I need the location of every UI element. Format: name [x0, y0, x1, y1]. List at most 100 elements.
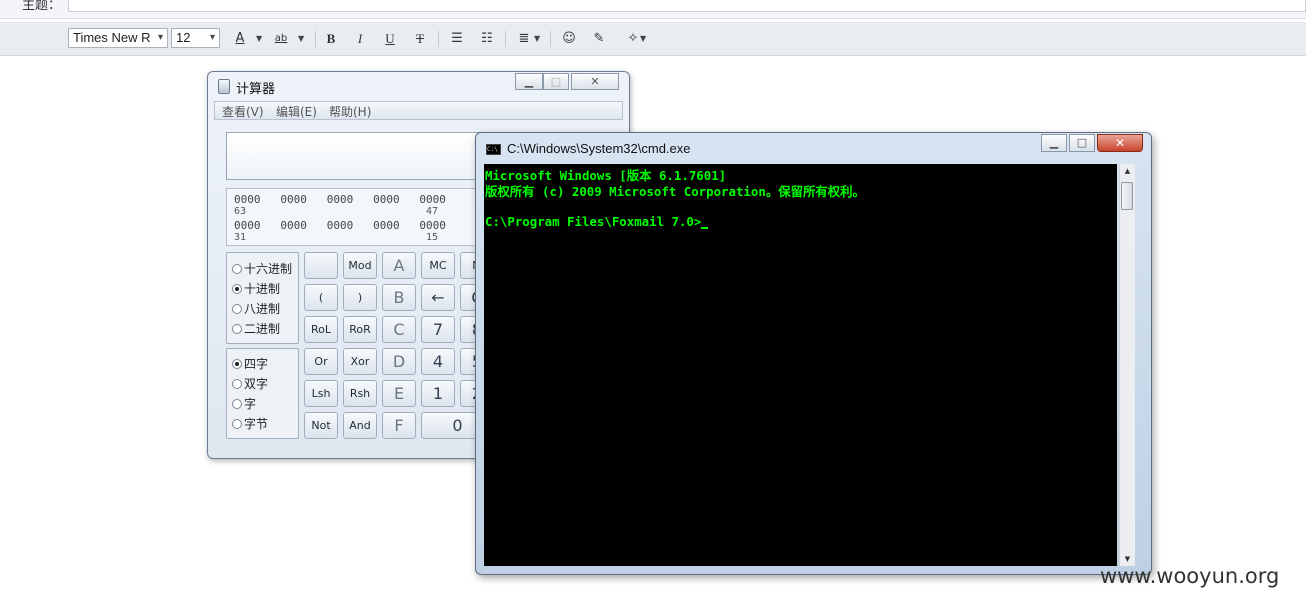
chevron-down-icon[interactable]: ▼ — [298, 30, 304, 48]
minimize-button[interactable]: ▁ — [1041, 134, 1067, 152]
toolbar-divider — [505, 31, 506, 47]
backspace-key[interactable]: ← — [421, 284, 455, 311]
radio-label: 四字 — [244, 357, 269, 371]
mod-key[interactable]: Mod — [343, 252, 377, 279]
menu-edit[interactable]: 编辑(E) — [276, 103, 317, 120]
rol-key[interactable]: RoL — [304, 316, 338, 343]
digit-1-key[interactable]: 1 — [421, 380, 455, 407]
console-line: 版权所有 (c) 2009 Microsoft Corporation。保留所有… — [485, 184, 865, 199]
console-prompt-line: C:\Program Files\Foxmail 7.0> — [485, 214, 709, 229]
bold-icon[interactable]: B — [322, 30, 340, 48]
window-title: C:\Windows\System32\cmd.exe — [507, 141, 691, 156]
digit-4-key[interactable]: 4 — [421, 348, 455, 375]
font-family-select[interactable]: Times New R ▾ — [68, 28, 168, 48]
ror-key[interactable]: RoR — [343, 316, 377, 343]
scroll-thumb[interactable] — [1121, 182, 1133, 210]
mc-key[interactable]: MC — [421, 252, 455, 279]
radio-bin[interactable]: 二进制 — [232, 320, 280, 337]
chevron-down-icon[interactable]: ▼ — [534, 30, 540, 48]
radio-label: 八进制 — [244, 302, 281, 316]
clear-format-icon[interactable]: ✎ — [590, 30, 608, 48]
console-prompt: C:\Program Files\Foxmail 7.0> — [485, 214, 702, 229]
radio-label: 十六进制 — [244, 262, 293, 276]
radio-label: 双字 — [244, 377, 269, 391]
xor-key[interactable]: Xor — [343, 348, 377, 375]
open-paren-key[interactable]: ( — [304, 284, 338, 311]
font-color-icon[interactable]: A — [231, 30, 249, 48]
radix-group: 十六进制 十进制 八进制 二进制 — [226, 252, 299, 344]
chevron-down-icon[interactable]: ▼ — [256, 30, 262, 48]
chevron-down-icon: ▾ — [209, 32, 215, 43]
subject-input[interactable] — [68, 0, 1306, 12]
menu-help[interactable]: 帮助(H) — [329, 103, 371, 120]
hex-f-key[interactable]: F — [382, 412, 416, 439]
digit-7-key[interactable]: 7 — [421, 316, 455, 343]
font-family-value: Times New R — [73, 30, 151, 45]
strikethrough-icon[interactable]: T — [411, 30, 429, 48]
bullet-list-icon[interactable]: ☰ — [448, 30, 466, 48]
radio-icon — [232, 324, 242, 334]
and-key[interactable]: And — [343, 412, 377, 439]
word-size-group: 四字 双字 字 字节 — [226, 348, 299, 439]
highlight-icon[interactable]: ab — [272, 30, 290, 48]
menu-bar: 查看(V) 编辑(E) 帮助(H) — [214, 101, 623, 120]
radio-dec[interactable]: 十进制 — [232, 280, 280, 297]
radio-icon — [232, 379, 242, 389]
radio-byte[interactable]: 字节 — [232, 415, 268, 432]
minimize-button[interactable]: ▁ — [515, 73, 543, 90]
blank-key — [304, 252, 338, 279]
bits-row-high: 0000 0000 0000 0000 0000 — [234, 193, 446, 206]
chevron-down-icon[interactable]: ▼ — [640, 30, 646, 48]
radio-word[interactable]: 字 — [232, 395, 256, 412]
radio-label: 二进制 — [244, 322, 281, 336]
subject-row: 主题： — [0, 0, 1306, 19]
underline-icon[interactable]: U — [381, 30, 399, 48]
radio-icon — [232, 264, 242, 274]
bit-index: 31 — [234, 232, 247, 243]
close-paren-key[interactable]: ) — [343, 284, 377, 311]
cmd-window: C:\ C:\Windows\System32\cmd.exe ▁ □ ✕ Mi… — [475, 132, 1152, 575]
radio-oct[interactable]: 八进制 — [232, 300, 280, 317]
scroll-up-icon[interactable]: ▲ — [1120, 164, 1135, 178]
close-button[interactable]: ✕ — [571, 73, 619, 90]
vertical-scrollbar[interactable]: ▲ ▼ — [1119, 164, 1135, 566]
numbered-list-icon[interactable]: ☷ — [478, 30, 496, 48]
close-button[interactable]: ✕ — [1097, 134, 1143, 152]
hex-a-key[interactable]: A — [382, 252, 416, 279]
radio-selected-icon — [232, 284, 242, 294]
toolbar-divider — [550, 31, 551, 47]
rsh-key[interactable]: Rsh — [343, 380, 377, 407]
hex-b-key[interactable]: B — [382, 284, 416, 311]
subject-label: 主题： — [22, 0, 62, 13]
radio-hex[interactable]: 十六进制 — [232, 260, 292, 277]
format-toolbar: Times New R ▾ 12 ▾ A ▼ ab ▼ B I U T ☰ ☷ … — [0, 22, 1306, 56]
toolbar-divider — [438, 31, 439, 47]
bit-index: 63 — [234, 206, 247, 217]
not-key[interactable]: Not — [304, 412, 338, 439]
emoji-icon[interactable]: ☺ — [560, 30, 578, 48]
hex-e-key[interactable]: E — [382, 380, 416, 407]
radio-dword[interactable]: 双字 — [232, 375, 268, 392]
font-size-value: 12 — [176, 30, 191, 45]
radio-label: 字节 — [244, 417, 269, 431]
radio-icon — [232, 304, 242, 314]
console-icon: C:\ — [486, 144, 501, 155]
maximize-button[interactable]: □ — [543, 73, 569, 90]
console-output[interactable]: Microsoft Windows [版本 6.1.7601] 版权所有 (c)… — [484, 164, 1117, 566]
hex-c-key[interactable]: C — [382, 316, 416, 343]
font-size-select[interactable]: 12 ▾ — [171, 28, 220, 48]
bit-index: 15 — [426, 232, 439, 243]
toolbar-divider — [315, 31, 316, 47]
radio-selected-icon — [232, 359, 242, 369]
lsh-key[interactable]: Lsh — [304, 380, 338, 407]
maximize-button[interactable]: □ — [1069, 134, 1095, 152]
italic-icon[interactable]: I — [351, 30, 369, 48]
bits-row-low: 0000 0000 0000 0000 0000 — [234, 219, 446, 232]
menu-view[interactable]: 查看(V) — [222, 103, 264, 120]
hex-d-key[interactable]: D — [382, 348, 416, 375]
radio-icon — [232, 419, 242, 429]
or-key[interactable]: Or — [304, 348, 338, 375]
text-cursor — [701, 227, 709, 229]
radio-qword[interactable]: 四字 — [232, 355, 268, 372]
align-icon[interactable]: ≣ — [515, 30, 533, 48]
